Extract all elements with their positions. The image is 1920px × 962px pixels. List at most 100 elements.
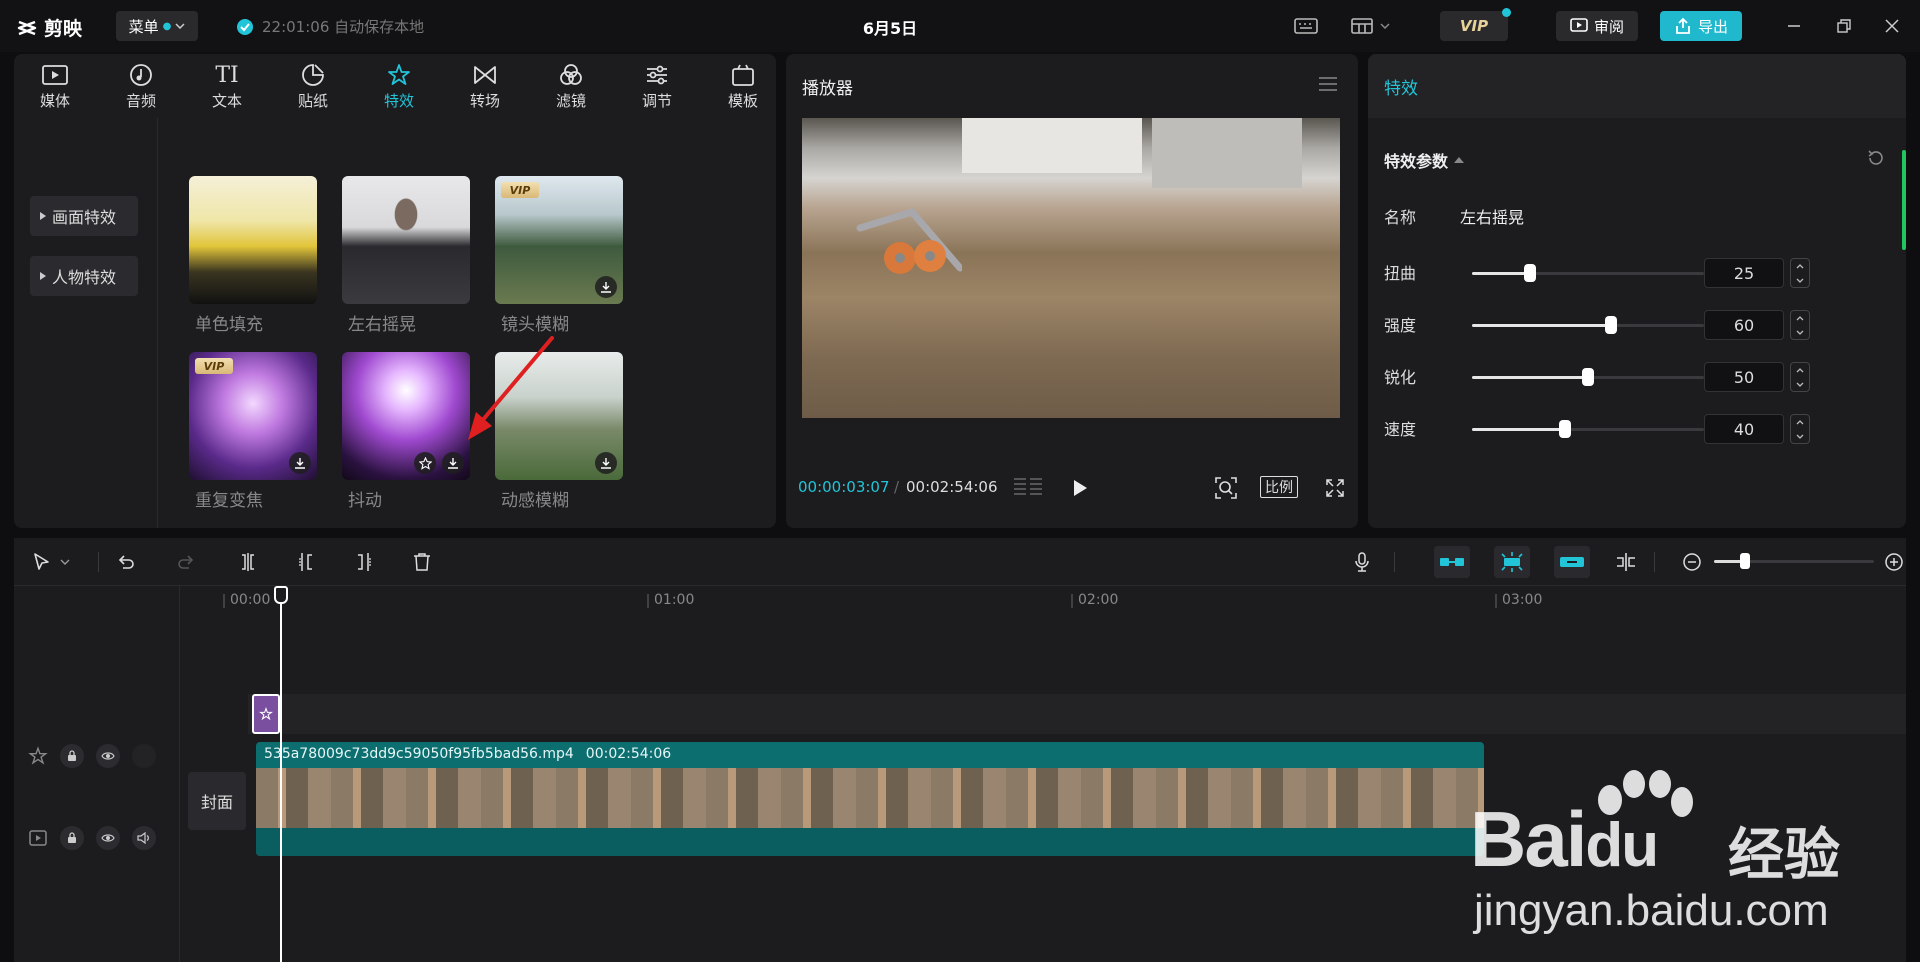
main-track-magnet-icon[interactable]	[1434, 546, 1470, 578]
video-clip[interactable]: 535a78009c73dd9c59050f95fb5bad56.mp4 00:…	[256, 742, 1484, 856]
download-icon[interactable]	[595, 452, 617, 474]
effect-thumbnail	[342, 352, 470, 480]
zoom-slider-knob[interactable]	[1740, 553, 1750, 569]
undo-icon[interactable]	[114, 550, 138, 574]
trim-left-icon[interactable]	[294, 550, 318, 574]
annotation-arrow-icon	[468, 336, 554, 440]
category-screen-effects[interactable]: 画面特效	[30, 196, 138, 236]
star-favorite-icon[interactable]	[414, 452, 436, 474]
review-button[interactable]: 审阅	[1556, 11, 1638, 41]
lock-icon[interactable]	[60, 826, 84, 850]
tab-audio[interactable]: 音频	[106, 60, 176, 116]
shortcut-keyboard-icon[interactable]	[1292, 14, 1320, 38]
panel-scrollbar[interactable]	[1902, 150, 1906, 250]
split-icon[interactable]	[236, 550, 260, 574]
playhead-handle[interactable]	[274, 586, 288, 604]
layout-icon	[1351, 18, 1373, 34]
fx-section-header[interactable]: 特效参数	[1384, 148, 1465, 172]
effect-item[interactable]: VIP 镜头模糊	[495, 176, 623, 335]
category-person-effects[interactable]: 人物特效	[30, 256, 138, 296]
microphone-icon[interactable]	[1350, 550, 1374, 574]
minimize-icon[interactable]	[1782, 14, 1806, 38]
fx-param-slider-knob[interactable]	[1582, 368, 1594, 386]
check-circle-icon	[237, 18, 253, 35]
effect-item[interactable]: 抖动	[342, 352, 470, 511]
effects-grid: 单色填充 左右摇晃 VIP 镜头模糊 VIP 重复变焦 抖动 动感模糊	[158, 118, 776, 528]
ratio-button[interactable]: 比例	[1260, 476, 1298, 498]
expand-icon[interactable]	[1322, 474, 1348, 502]
fx-param-slider[interactable]	[1472, 316, 1704, 334]
tab-filter[interactable]: 滤镜	[536, 60, 606, 116]
effect-clip[interactable]	[252, 694, 280, 734]
tab-effects[interactable]: 特效	[364, 60, 434, 116]
layout-button[interactable]	[1346, 14, 1394, 38]
tab-transition[interactable]: 转场	[450, 60, 520, 116]
zoom-out-icon[interactable]	[1680, 550, 1704, 574]
fx-param-value-input[interactable]: 60	[1704, 310, 1784, 340]
restore-icon[interactable]	[1832, 14, 1856, 38]
tab-adjust[interactable]: 调节	[622, 60, 692, 116]
fullscreen-preview-icon[interactable]	[1212, 474, 1240, 502]
fx-param-value-input[interactable]: 25	[1704, 258, 1784, 288]
fx-param-slider-knob[interactable]	[1559, 420, 1571, 438]
video-preview[interactable]	[802, 118, 1340, 418]
lock-icon[interactable]	[60, 744, 84, 768]
tab-text[interactable]: TI 文本	[192, 60, 262, 116]
stepper-down-icon[interactable]	[1796, 434, 1804, 439]
hamburger-menu-icon[interactable]	[1316, 72, 1340, 96]
zoom-in-icon[interactable]	[1882, 550, 1906, 574]
stepper-up-icon[interactable]	[1796, 263, 1804, 269]
speaker-icon[interactable]	[132, 826, 156, 850]
zoom-slider[interactable]	[1714, 553, 1874, 569]
select-tool-button[interactable]	[26, 550, 76, 574]
eye-icon[interactable]	[96, 826, 120, 850]
stepper-down-icon[interactable]	[1796, 278, 1804, 283]
download-icon[interactable]	[289, 452, 311, 474]
fx-param-stepper[interactable]	[1790, 310, 1810, 340]
stepper-up-icon[interactable]	[1796, 367, 1804, 373]
menu-button[interactable]: 菜单 ●	[116, 11, 198, 41]
trim-right-icon[interactable]	[352, 550, 376, 574]
export-button[interactable]: 导出	[1660, 11, 1742, 41]
preview-axis-icon[interactable]	[1614, 550, 1638, 574]
fx-param-slider[interactable]	[1472, 368, 1704, 386]
stepper-down-icon[interactable]	[1796, 330, 1804, 335]
tab-template[interactable]: 模板	[708, 60, 778, 116]
playhead[interactable]	[280, 588, 282, 962]
auto-snap-icon[interactable]	[1494, 546, 1530, 578]
fx-param-value-input[interactable]: 50	[1704, 362, 1784, 392]
download-icon[interactable]	[595, 276, 617, 298]
fx-param-slider-knob[interactable]	[1605, 316, 1617, 334]
fx-param-slider[interactable]	[1472, 264, 1704, 282]
tab-media[interactable]: 媒体	[20, 60, 90, 116]
preview-ab-roller	[852, 198, 962, 278]
fx-param-slider-knob[interactable]	[1524, 264, 1536, 282]
caret-up-icon	[1454, 157, 1465, 163]
fx-param-stepper[interactable]	[1790, 414, 1810, 444]
stepper-up-icon[interactable]	[1796, 315, 1804, 321]
fx-param-stepper[interactable]	[1790, 258, 1810, 288]
fx-name-value: 左右摇晃	[1460, 208, 1525, 227]
vip-button[interactable]: VIP	[1440, 8, 1511, 41]
linkage-icon[interactable]	[1554, 546, 1590, 578]
reset-icon[interactable]	[1864, 146, 1888, 170]
waveform-icon[interactable]	[1012, 474, 1044, 500]
redo-icon[interactable]	[174, 550, 198, 574]
effect-item[interactable]: 左右摇晃	[342, 176, 470, 335]
fx-param-stepper[interactable]	[1790, 362, 1810, 392]
close-icon[interactable]	[1880, 14, 1904, 38]
cover-button[interactable]: 封面	[188, 772, 246, 830]
eye-icon[interactable]	[96, 744, 120, 768]
stepper-up-icon[interactable]	[1796, 419, 1804, 425]
delete-icon[interactable]	[410, 550, 434, 574]
effect-item[interactable]: VIP 重复变焦	[189, 352, 317, 511]
fx-param-slider[interactable]	[1472, 420, 1704, 438]
download-icon[interactable]	[442, 452, 464, 474]
fx-name-label: 名称	[1384, 208, 1417, 227]
play-button[interactable]	[1066, 474, 1094, 502]
time-ruler[interactable]: 00:00 01:00 02:00 03:00	[180, 586, 1906, 614]
effect-item[interactable]: 单色填充	[189, 176, 317, 335]
stepper-down-icon[interactable]	[1796, 382, 1804, 387]
tab-sticker[interactable]: 贴纸	[278, 60, 348, 116]
fx-param-value-input[interactable]: 40	[1704, 414, 1784, 444]
